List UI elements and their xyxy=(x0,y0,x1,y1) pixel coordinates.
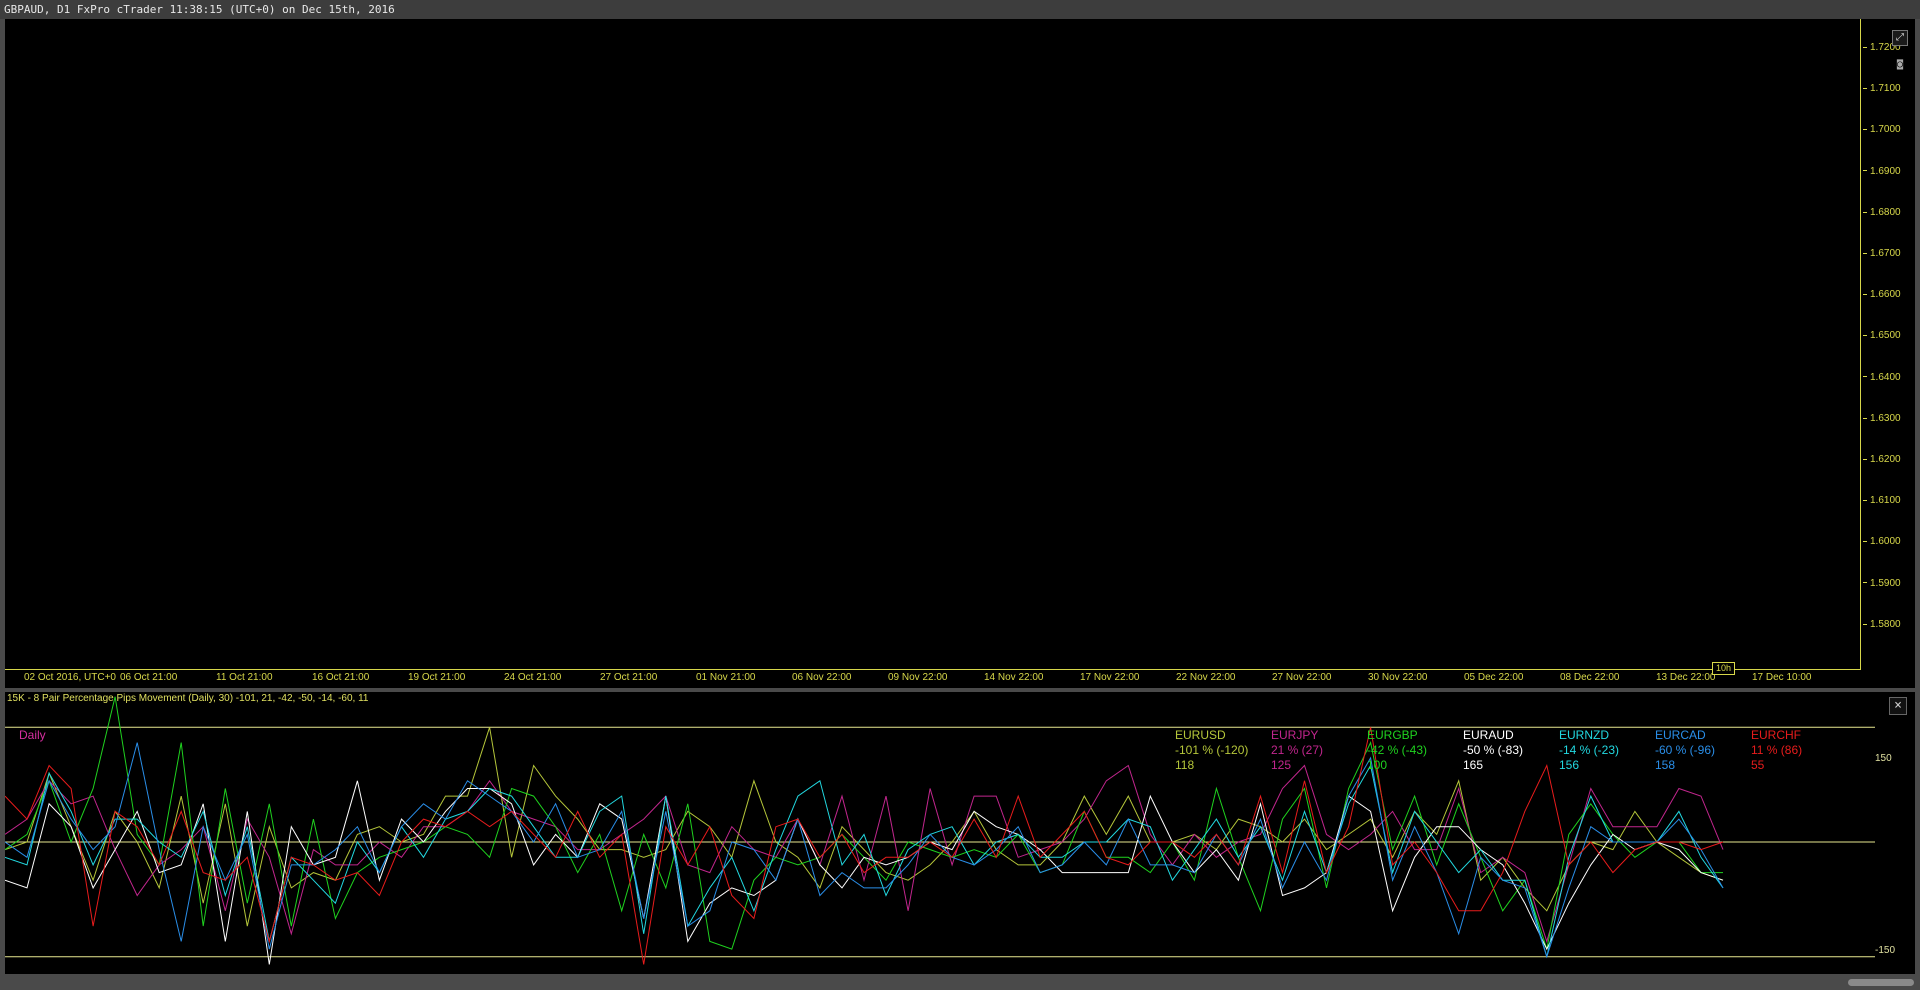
price-tick: 1.6200 xyxy=(1863,454,1901,466)
axis-label-upper: 150 xyxy=(1875,753,1892,764)
time-tick: 27 Nov 22:00 xyxy=(1272,672,1332,683)
time-axis-line xyxy=(5,669,1861,670)
legend-pct: -50 % (-83) xyxy=(1463,743,1524,757)
horizontal-scrollbar[interactable] xyxy=(1848,979,1914,986)
legend-pct: -60 % (-96) xyxy=(1655,743,1716,757)
price-tick: 1.7000 xyxy=(1863,124,1901,136)
legend-pair: EURJPY xyxy=(1271,728,1319,742)
legend-value: 125 xyxy=(1271,758,1292,772)
time-tick: 08 Dec 22:00 xyxy=(1560,672,1620,683)
legend-pct: 21 % (27) xyxy=(1271,743,1324,757)
legend-pair: EURCAD xyxy=(1655,728,1706,742)
indicator-plot xyxy=(5,696,1875,965)
camera-icon[interactable]: ◙ xyxy=(1892,58,1908,74)
time-tick: 24 Oct 21:00 xyxy=(504,672,562,683)
legend-value: 165 xyxy=(1463,758,1484,772)
time-tick: 05 Dec 22:00 xyxy=(1464,672,1524,683)
time-tick: 06 Nov 22:00 xyxy=(792,672,852,683)
legend-pair: EURNZD xyxy=(1559,728,1609,742)
legend-entry: EURAUD -50 % (-83) 165 xyxy=(1463,728,1523,773)
legend-value: 156 xyxy=(1559,758,1580,772)
legend-pair: EURUSD xyxy=(1175,728,1226,742)
legend-entry: EURNZD -14 % (-23) 156 xyxy=(1559,728,1619,773)
price-tick: 1.5900 xyxy=(1863,578,1901,590)
legend-pair: EURCHF xyxy=(1751,728,1801,742)
time-tick: 06 Oct 21:00 xyxy=(120,672,178,683)
legend-entry: EURCAD -60 % (-96) 158 xyxy=(1655,728,1715,773)
legend-entry: EURGBP -42 % (-43) 100 xyxy=(1367,728,1427,773)
legend-entry: EURCHF 11 % (86) 55 xyxy=(1751,728,1802,773)
time-tick: 27 Oct 21:00 xyxy=(600,672,658,683)
price-tick: 1.6500 xyxy=(1863,330,1901,342)
legend-entry: EURJPY 21 % (27) 125 xyxy=(1271,728,1323,773)
price-tick: 1.6800 xyxy=(1863,207,1901,219)
legend-value: 158 xyxy=(1655,758,1676,772)
time-tick: 19 Oct 21:00 xyxy=(408,672,466,683)
price-chart-area[interactable]: 1.7200 1.7100 1.7000 1.6900 1.6800 1.6700 1.66… xyxy=(5,19,1915,688)
price-tick: 1.6400 xyxy=(1863,372,1901,384)
time-tick: 09 Nov 22:00 xyxy=(888,672,948,683)
legend-pair: EURAUD xyxy=(1463,728,1514,742)
legend-value: 118 xyxy=(1175,758,1195,772)
indicator-panel[interactable]: 15K - 8 Pair Percentage Pips Movement (D… xyxy=(5,692,1915,974)
legend-entry: EURUSD -101 % (-120) 118 xyxy=(1175,728,1248,773)
price-tick: 1.6100 xyxy=(1863,495,1901,507)
price-tick: 1.6900 xyxy=(1863,166,1901,178)
legend-pair: EURGBP xyxy=(1367,728,1418,742)
time-tick: 14 Nov 22:00 xyxy=(984,672,1044,683)
time-tick: 11 Oct 21:00 xyxy=(216,672,273,683)
time-tick: 17 Dec 10:00 xyxy=(1752,672,1812,683)
legend-pct: -14 % (-23) xyxy=(1559,743,1620,757)
period-label: Daily xyxy=(19,728,46,742)
legend-value: 55 xyxy=(1751,758,1765,772)
crosshair-time-label: 10h xyxy=(1712,662,1736,675)
price-tick: 1.5800 xyxy=(1863,619,1901,631)
time-tick: 22 Nov 22:00 xyxy=(1176,672,1236,683)
price-tick: 1.6700 xyxy=(1863,248,1901,260)
price-tick: 1.6300 xyxy=(1863,413,1901,425)
axis-label-lower: -150 xyxy=(1875,945,1896,956)
price-tick: 1.6000 xyxy=(1863,536,1901,548)
legend-pct: -101 % (-120) xyxy=(1175,743,1249,757)
time-tick: 30 Nov 22:00 xyxy=(1368,672,1428,683)
time-tick: 17 Nov 22:00 xyxy=(1080,672,1140,683)
legend-value: 100 xyxy=(1367,758,1388,772)
price-axis-line xyxy=(1860,19,1861,669)
time-tick: 02 Oct 2016, UTC+0 xyxy=(24,672,116,683)
time-tick: 01 Nov 21:00 xyxy=(696,672,756,683)
time-tick: 13 Dec 22:00 xyxy=(1656,672,1716,683)
time-tick: 16 Oct 21:00 xyxy=(312,672,370,683)
window-title: GBPAUD, D1 FxPro cTrader 11:38:15 (UTC+0… xyxy=(0,0,1920,19)
expand-icon[interactable]: ⤢ xyxy=(1892,30,1908,46)
price-tick: 1.6600 xyxy=(1863,289,1901,301)
price-tick: 1.7100 xyxy=(1863,83,1901,95)
legend-pct: -42 % (-43) xyxy=(1367,743,1428,757)
close-icon[interactable]: × xyxy=(1889,697,1907,715)
series-line-eurnzd xyxy=(5,764,1724,957)
indicator-title: 15K - 8 Pair Percentage Pips Movement (D… xyxy=(7,693,369,704)
legend-pct: 11 % (86) xyxy=(1751,743,1803,757)
